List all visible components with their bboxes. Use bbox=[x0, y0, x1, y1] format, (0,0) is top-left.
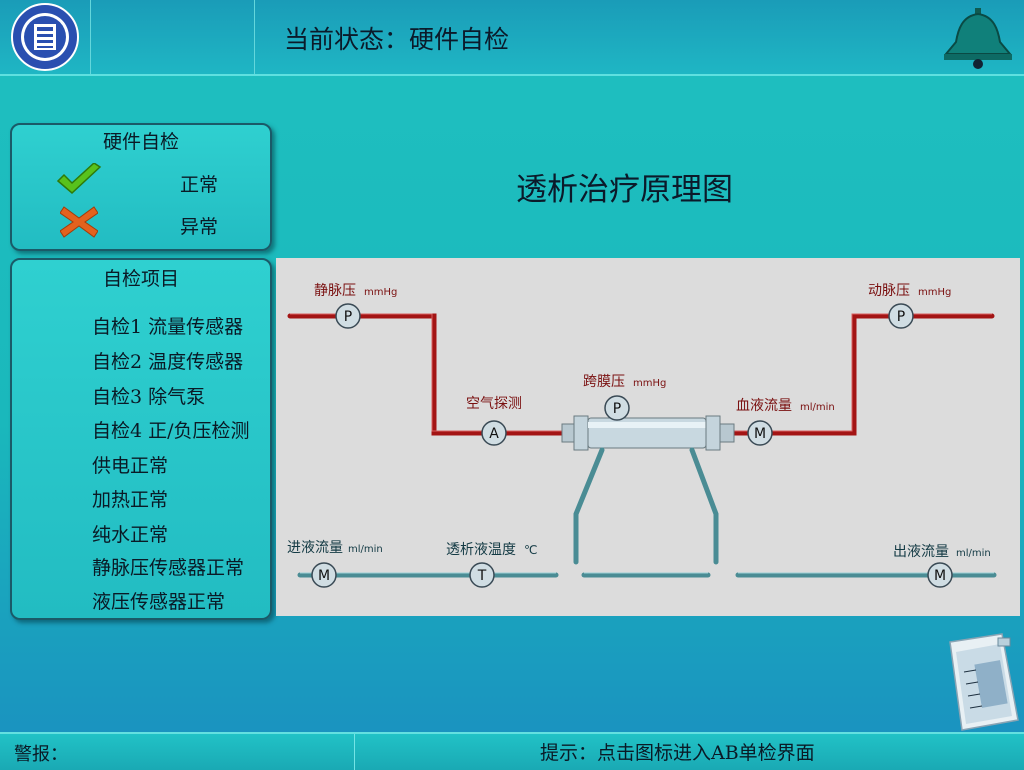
gauge-letter: A bbox=[489, 426, 499, 442]
alarm-bell-icon[interactable] bbox=[940, 6, 1016, 70]
self-check-items-panel: 自检项目 自检1 流量传感器 自检2 温度传感器 自检3 除气泵 自检4 正/负… bbox=[10, 258, 272, 620]
dialysis-diagram: P P A P M M T M 静脉压 mmHg 动脉压 mmHg 空气探测 跨… bbox=[276, 258, 1020, 616]
normal-label: 正常 bbox=[180, 174, 219, 196]
logo-emblem bbox=[11, 3, 79, 71]
arterial-pressure-unit: mmHg bbox=[918, 287, 951, 298]
gauge-letter: T bbox=[477, 568, 487, 584]
gauge-letter: P bbox=[897, 309, 905, 325]
abnormal-label: 异常 bbox=[180, 216, 219, 238]
inflow-unit: ml/min bbox=[348, 544, 383, 555]
list-item: 加热正常 bbox=[92, 489, 169, 511]
alarm-label: 警报： bbox=[14, 744, 68, 765]
arterial-pressure-gauge[interactable]: P bbox=[888, 303, 914, 329]
dialyzer[interactable] bbox=[561, 415, 735, 451]
venous-pressure-gauge[interactable]: P bbox=[335, 303, 361, 329]
hint-text: 提示：点击图标进入AB单检界面 bbox=[540, 742, 815, 764]
tmp-label: 跨膜压 bbox=[583, 374, 625, 390]
list-item: 液压传感器正常 bbox=[92, 591, 226, 613]
dialysate-temp-label: 透析液温度 bbox=[446, 542, 516, 558]
legend-panel: 硬件自检 正常 异常 bbox=[10, 123, 272, 251]
inflow-label: 进液流量 bbox=[287, 540, 343, 556]
dialysate-temp-gauge[interactable]: T bbox=[469, 562, 495, 588]
list-item[interactable]: 自检4 正/负压检测 bbox=[92, 416, 250, 443]
tmp-gauge[interactable]: P bbox=[604, 395, 630, 421]
status-title: 当前状态：硬件自检 bbox=[284, 25, 510, 54]
check-icon bbox=[56, 163, 102, 195]
dialysate-bag-icon[interactable] bbox=[942, 632, 1022, 732]
header-bar: 当前状态：硬件自检 bbox=[0, 0, 1024, 76]
air-detect-label: 空气探测 bbox=[466, 396, 522, 412]
tmp-unit: mmHg bbox=[633, 378, 666, 389]
gauge-letter: P bbox=[613, 401, 621, 417]
air-detector-gauge[interactable]: A bbox=[481, 420, 507, 446]
footer-bar: 警报： 提示：点击图标进入AB单检界面 bbox=[0, 732, 1024, 770]
header-divider bbox=[254, 0, 255, 74]
cross-icon bbox=[60, 206, 98, 238]
venous-pressure-label: 静脉压 bbox=[314, 283, 356, 299]
gauge-letter: M bbox=[934, 568, 946, 584]
footer-divider bbox=[354, 734, 355, 770]
list-item: 供电正常 bbox=[92, 455, 169, 477]
blood-flow-gauge[interactable]: M bbox=[747, 420, 773, 446]
blood-flow-unit: ml/min bbox=[800, 402, 835, 413]
outflow-label: 出液流量 bbox=[893, 544, 949, 560]
blood-flow-label: 血液流量 bbox=[736, 398, 792, 414]
inflow-gauge[interactable]: M bbox=[311, 562, 337, 588]
arterial-pressure-label: 动脉压 bbox=[868, 283, 910, 299]
list-item[interactable]: 自检2 温度传感器 bbox=[92, 347, 243, 374]
list-item[interactable]: 自检1 流量传感器 bbox=[92, 312, 243, 339]
outflow-gauge[interactable]: M bbox=[927, 562, 953, 588]
legend-title: 硬件自检 bbox=[102, 131, 179, 153]
diagram-title: 透析治疗原理图 bbox=[516, 172, 733, 208]
gauge-letter: M bbox=[318, 568, 330, 584]
list-item: 纯水正常 bbox=[92, 524, 169, 546]
list-item[interactable]: 自检3 除气泵 bbox=[92, 382, 205, 409]
venous-pressure-unit: mmHg bbox=[364, 287, 397, 298]
list-item: 静脉压传感器正常 bbox=[92, 557, 245, 579]
items-title: 自检项目 bbox=[102, 268, 179, 290]
outflow-unit: ml/min bbox=[956, 548, 991, 559]
gauge-letter: M bbox=[754, 426, 766, 442]
dialysate-temp-unit: ℃ bbox=[524, 543, 537, 557]
logo bbox=[0, 0, 91, 74]
gauge-letter: P bbox=[344, 309, 352, 325]
